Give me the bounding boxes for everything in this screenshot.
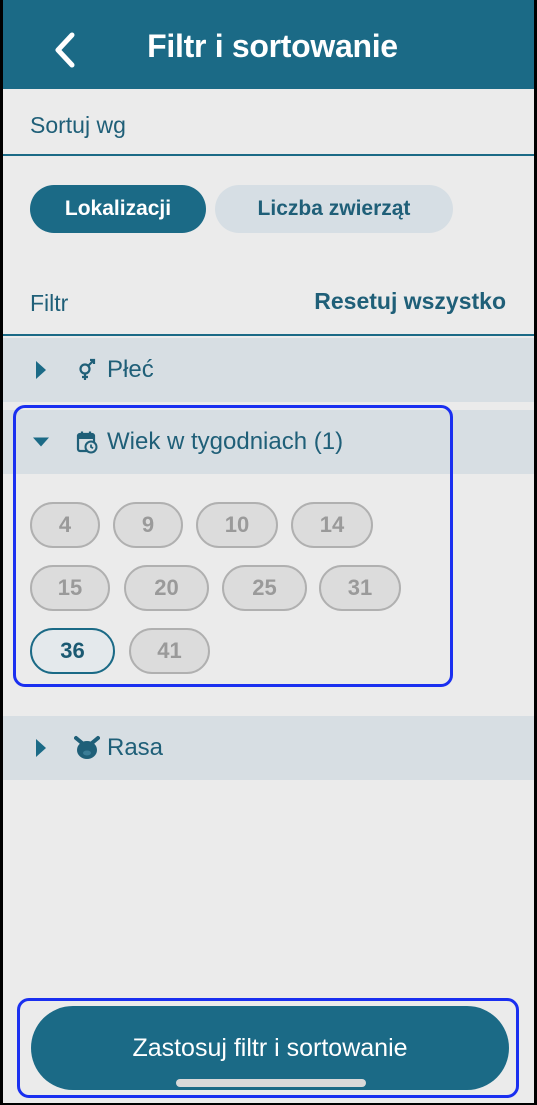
age-chip[interactable]: 14 [291,502,373,548]
age-chip[interactable]: 41 [129,628,210,674]
screen: Filtr i sortowanie Sortuj wg Lokalizacji… [3,0,534,1103]
filter-group-gender[interactable]: Płeć [3,338,534,402]
age-chip[interactable]: 15 [30,565,110,611]
age-chip-selected[interactable]: 36 [30,628,115,674]
age-chip[interactable]: 31 [319,565,401,611]
reset-all-button[interactable]: Resetuj wszystko [314,288,506,315]
filter-group-label: Wiek w tygodniach (1) [107,428,344,455]
apply-filter-button[interactable]: Zastosuj filtr i sortowanie [31,1006,509,1090]
calendar-clock-icon [74,429,100,455]
home-indicator [176,1079,366,1087]
filter-group-breed[interactable]: Rasa [3,716,534,780]
age-chip[interactable]: 4 [30,502,100,548]
page-title: Filtr i sortowanie [147,28,398,64]
age-chips-panel: 4 9 10 14 15 20 25 31 36 41 [3,474,534,686]
sort-label: Sortuj wg [30,112,126,138]
gender-icon [74,357,100,383]
age-chip[interactable]: 20 [124,565,209,611]
filter-group-label: Płeć [107,356,154,383]
filter-group-label: Rasa [107,734,164,761]
caret-right-icon [33,739,49,757]
filter-group-age[interactable]: Wiek w tygodniach (1) [3,410,534,474]
filter-label: Filtr [30,290,69,316]
age-chip[interactable]: 9 [113,502,183,548]
header-bar: Filtr i sortowanie [3,0,534,89]
caret-down-icon [33,434,49,450]
age-chip[interactable]: 25 [222,565,307,611]
divider [3,334,534,336]
caret-right-icon [33,361,49,379]
sort-option-animal-count[interactable]: Liczba zwierząt [215,185,453,233]
divider [3,154,534,156]
sort-option-location[interactable]: Lokalizacji [30,185,206,233]
age-chip[interactable]: 10 [196,502,278,548]
pig-icon [74,735,100,761]
